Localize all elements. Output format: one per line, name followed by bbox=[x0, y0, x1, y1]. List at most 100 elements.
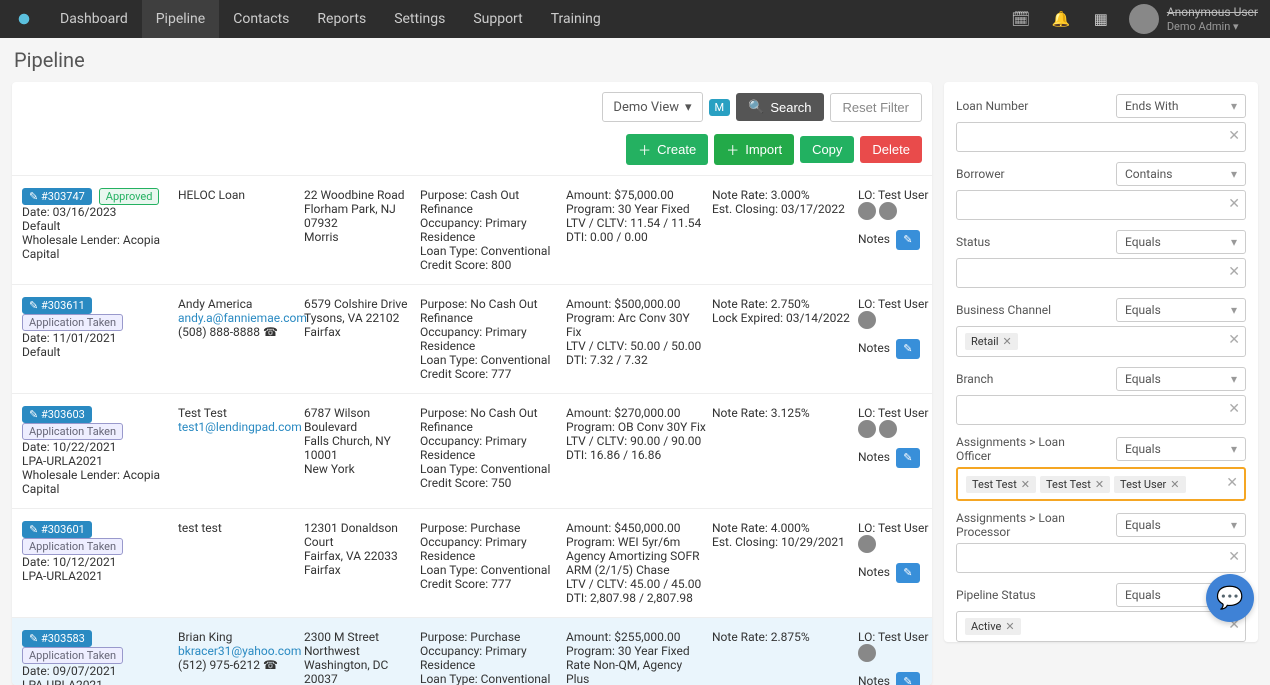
delete-button[interactable]: Delete bbox=[860, 136, 922, 163]
notifications-icon[interactable]: 🔔 bbox=[1047, 5, 1075, 33]
filters: Loan Number Ends With▾✕Borrower Contains… bbox=[944, 82, 1258, 642]
filter-chip[interactable]: Test User ✕ bbox=[1114, 476, 1185, 493]
user-name: Anonymous User bbox=[1167, 5, 1258, 19]
view-select[interactable]: Demo View ▾ bbox=[602, 92, 702, 122]
chip-remove-icon[interactable]: ✕ bbox=[1003, 335, 1012, 348]
filter-op-select[interactable]: Equals▾ bbox=[1116, 513, 1246, 537]
loan-col-4: Purpose: Cash Out RefinanceOccupancy: Pr… bbox=[420, 188, 560, 272]
nav-tab-contacts[interactable]: Contacts bbox=[219, 0, 303, 38]
loan-sub1: Default bbox=[22, 345, 172, 359]
filter-input[interactable] bbox=[956, 543, 1246, 573]
assignee-avatar[interactable] bbox=[858, 644, 876, 662]
edit-note-button[interactable]: ✎ bbox=[896, 339, 920, 359]
edit-note-button[interactable]: ✎ bbox=[896, 230, 920, 250]
borrower-name: Test Test bbox=[178, 406, 298, 420]
assignee-avatar[interactable] bbox=[858, 420, 876, 438]
import-button[interactable]: ＋ Import bbox=[714, 134, 794, 165]
filter-assign_lo: Assignments > Loan Officer Equals▾Test T… bbox=[956, 435, 1246, 501]
chip-remove-icon[interactable]: ✕ bbox=[1021, 478, 1030, 491]
loan-col-3: 12301 Donaldson CourtFairfax, VA 22033Fa… bbox=[304, 521, 414, 577]
borrower-phone: (512) 975-6212 ☎ bbox=[178, 658, 298, 672]
filter-chip[interactable]: Test Test ✕ bbox=[1040, 476, 1110, 493]
nav-tab-pipeline[interactable]: Pipeline bbox=[142, 0, 220, 38]
filter-op-select[interactable]: Equals▾ bbox=[1116, 367, 1246, 391]
filter-clear-icon[interactable]: ✕ bbox=[1228, 264, 1240, 280]
borrower-email[interactable]: andy.a@fanniemae.com bbox=[178, 311, 307, 325]
nav-tab-settings[interactable]: Settings bbox=[380, 0, 459, 38]
filter-clear-icon[interactable]: ✕ bbox=[1226, 475, 1238, 491]
chat-bubble[interactable]: 💬 bbox=[1206, 574, 1254, 622]
loan-row[interactable]: ✎ #303611 Application Taken Date: 11/01/… bbox=[12, 284, 932, 393]
assignee-avatar[interactable] bbox=[858, 202, 876, 220]
create-button[interactable]: ＋ Create bbox=[626, 134, 708, 165]
loan-row[interactable]: ✎ #303603 Application Taken Date: 10/22/… bbox=[12, 393, 932, 508]
loan-id-tag[interactable]: ✎ #303611 bbox=[22, 297, 92, 314]
filter-input[interactable] bbox=[956, 190, 1246, 220]
nav-tab-training[interactable]: Training bbox=[537, 0, 615, 38]
assignee-avatar[interactable] bbox=[858, 311, 876, 329]
notes-label: Notes bbox=[858, 232, 890, 246]
assignee-avatar[interactable] bbox=[858, 535, 876, 553]
filter-chip[interactable]: Active ✕ bbox=[965, 618, 1021, 635]
loan-date: Date: 03/16/2023 bbox=[22, 205, 172, 219]
search-button[interactable]: 🔍 Search bbox=[736, 93, 823, 121]
loan-col-6: Note Rate: 2.750%Lock Expired: 03/14/202… bbox=[712, 297, 852, 325]
edit-note-button[interactable]: ✎ bbox=[896, 448, 920, 468]
loan-id-tag[interactable]: ✎ #303747 bbox=[22, 188, 92, 205]
borrower-email[interactable]: test1@lendingpad.com bbox=[178, 420, 302, 434]
loan-id-tag[interactable]: ✎ #303601 bbox=[22, 521, 92, 538]
chip-remove-icon[interactable]: ✕ bbox=[1095, 478, 1104, 491]
loan-col-3: 6787 Wilson BoulevardFalls Church, NY 10… bbox=[304, 406, 414, 476]
phone-icon[interactable]: ☎ bbox=[263, 658, 278, 672]
filter-op-select[interactable]: Equals▾ bbox=[1116, 437, 1246, 461]
filter-op-select[interactable]: Contains▾ bbox=[1116, 162, 1246, 186]
loan-col-6: Note Rate: 2.875% bbox=[712, 630, 852, 644]
loan-row[interactable]: ✎ #303583 Application Taken Date: 09/07/… bbox=[12, 617, 932, 685]
loan-col-6: Note Rate: 3.125% bbox=[712, 406, 852, 420]
user-menu[interactable]: Anonymous User Demo Admin ▾ bbox=[1129, 4, 1258, 34]
loan-sub1: LPA-URLA2021 bbox=[22, 454, 172, 468]
apps-grid-icon[interactable]: ▦ bbox=[1087, 5, 1115, 33]
chip-remove-icon[interactable]: ✕ bbox=[1005, 620, 1014, 633]
filter-clear-icon[interactable]: ✕ bbox=[1228, 332, 1240, 348]
reset-filter-button[interactable]: Reset Filter bbox=[830, 93, 922, 122]
edit-note-button[interactable]: ✎ bbox=[896, 563, 920, 583]
loan-id-tag[interactable]: ✎ #303603 bbox=[22, 406, 92, 423]
nav-tab-dashboard[interactable]: Dashboard bbox=[46, 0, 142, 38]
nav-tab-reports[interactable]: Reports bbox=[303, 0, 380, 38]
assignee-avatar[interactable] bbox=[879, 202, 897, 220]
view-select-label: Demo View bbox=[613, 100, 679, 115]
nav-tab-support[interactable]: Support bbox=[459, 0, 536, 38]
chip-remove-icon[interactable]: ✕ bbox=[1170, 478, 1179, 491]
loan-list[interactable]: ✎ #303747 Approved Date: 03/16/2023 Defa… bbox=[12, 175, 932, 685]
copy-button[interactable]: Copy bbox=[800, 136, 854, 163]
filter-borrower: Borrower Contains▾✕ bbox=[956, 162, 1246, 220]
filter-clear-icon[interactable]: ✕ bbox=[1228, 128, 1240, 144]
borrower-name: Brian King bbox=[178, 630, 298, 644]
loan-col-5: Amount: $270,000.00Program: OB Conv 30Y … bbox=[566, 406, 706, 462]
filter-op-select[interactable]: Ends With▾ bbox=[1116, 94, 1246, 118]
filter-op-select[interactable]: Equals▾ bbox=[1116, 298, 1246, 322]
filter-clear-icon[interactable]: ✕ bbox=[1228, 401, 1240, 417]
edit-note-button[interactable]: ✎ bbox=[896, 672, 920, 685]
lo-name: LO: Test User bbox=[858, 297, 932, 311]
filter-input[interactable] bbox=[956, 122, 1246, 152]
borrower-name: HELOC Loan bbox=[178, 188, 298, 202]
loan-row[interactable]: ✎ #303747 Approved Date: 03/16/2023 Defa… bbox=[12, 175, 932, 284]
filter-clear-icon[interactable]: ✕ bbox=[1228, 549, 1240, 565]
loan-col-5: Amount: $75,000.00Program: 30 Year Fixed… bbox=[566, 188, 706, 244]
phone-icon[interactable]: ☎ bbox=[263, 325, 278, 339]
borrower-email[interactable]: bkracer31@yahoo.com bbox=[178, 644, 301, 658]
filter-input[interactable] bbox=[956, 395, 1246, 425]
loan-col-3: 6579 Colshire DriveTysons, VA 22102Fairf… bbox=[304, 297, 414, 339]
filter-op-select[interactable]: Equals▾ bbox=[1116, 230, 1246, 254]
loan-row[interactable]: ✎ #303601 Application Taken Date: 10/12/… bbox=[12, 508, 932, 617]
filter-chip[interactable]: Retail ✕ bbox=[965, 333, 1018, 350]
filter-input[interactable] bbox=[956, 258, 1246, 288]
calendar-icon[interactable]: 🗓 bbox=[1007, 5, 1035, 33]
filter-chip[interactable]: Test Test ✕ bbox=[966, 476, 1036, 493]
filter-clear-icon[interactable]: ✕ bbox=[1228, 196, 1240, 212]
loan-id-tag[interactable]: ✎ #303583 bbox=[22, 630, 92, 647]
assignee-avatar[interactable] bbox=[879, 420, 897, 438]
badge-m[interactable]: M bbox=[709, 99, 731, 116]
